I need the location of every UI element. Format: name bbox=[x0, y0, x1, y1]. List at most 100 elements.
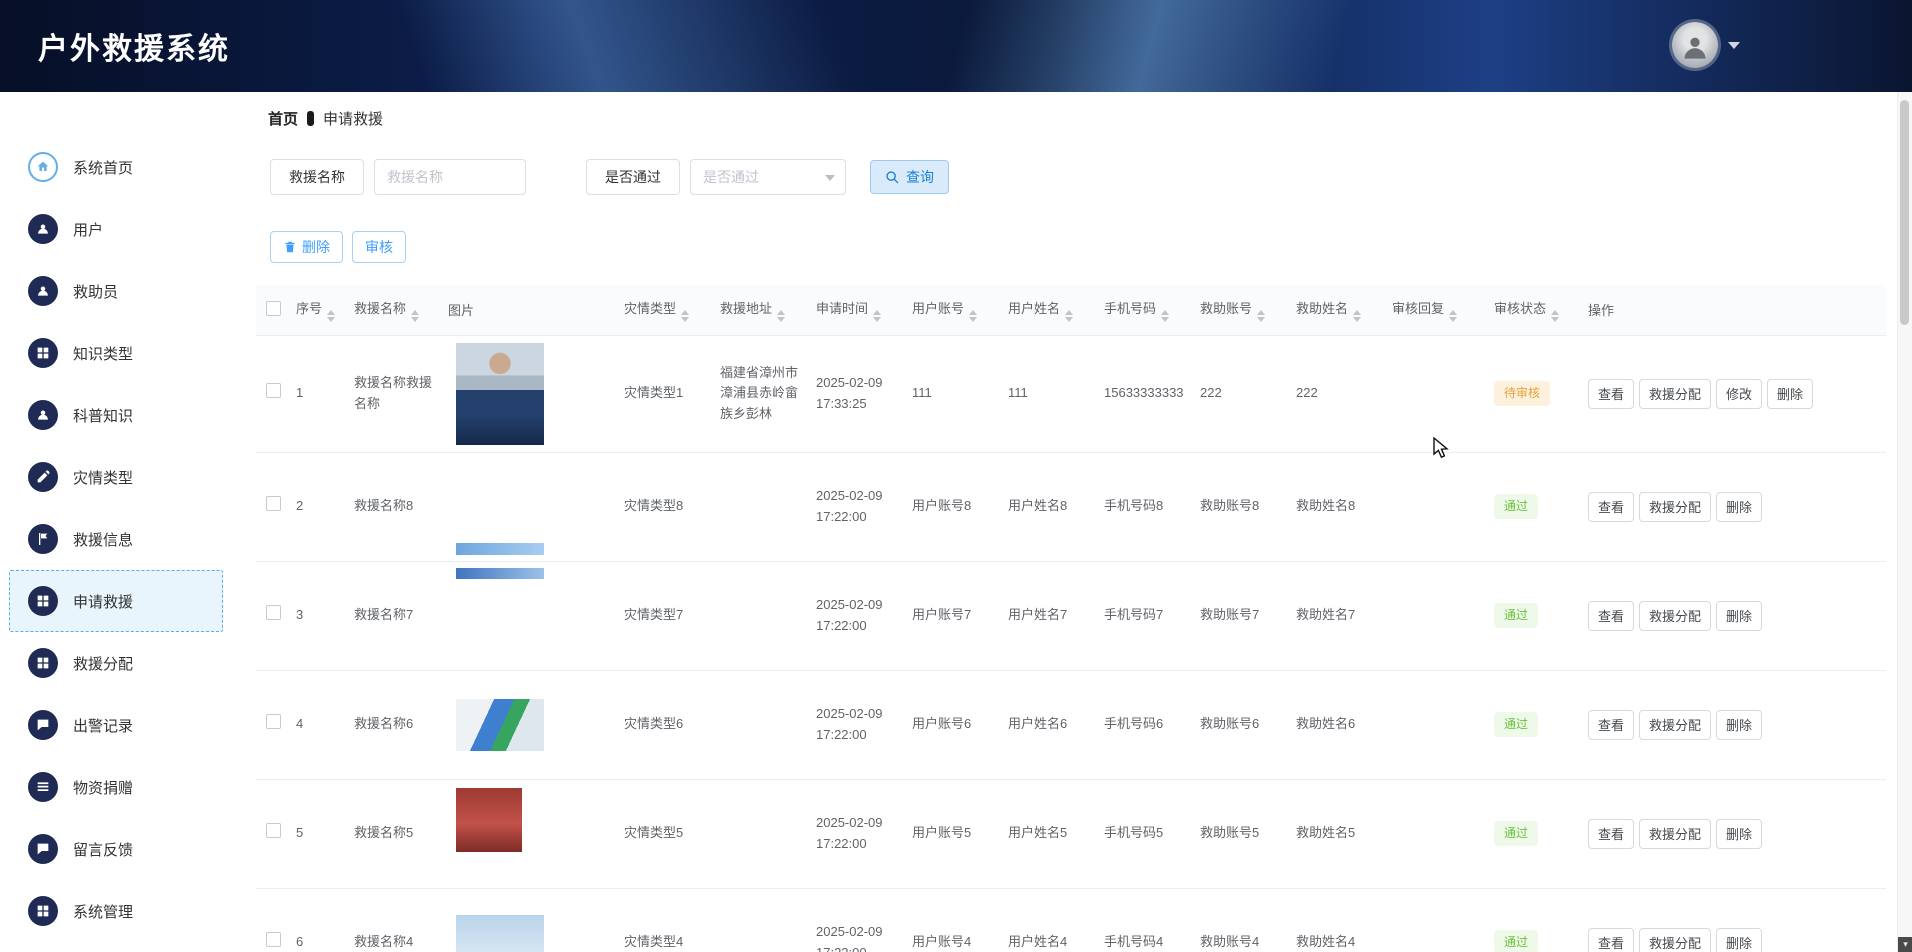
chevron-down-icon[interactable] bbox=[1728, 42, 1740, 49]
cell-apply-time: 2025-02-09 17:22:00 bbox=[810, 561, 906, 670]
column-header[interactable]: 救助账号 bbox=[1194, 285, 1290, 335]
row-action-assign[interactable]: 救援分配 bbox=[1639, 928, 1711, 952]
row-action-view[interactable]: 查看 bbox=[1588, 379, 1634, 409]
rescue-name-input[interactable] bbox=[374, 159, 526, 195]
sidebar-item-apply-rescue[interactable]: 申请救援 bbox=[9, 570, 223, 632]
cell-user-account: 用户账号5 bbox=[906, 779, 1002, 888]
sidebar-item-knowledge-type[interactable]: 知识类型 bbox=[9, 322, 223, 384]
column-header[interactable]: 手机号码 bbox=[1098, 285, 1194, 335]
row-action-delete[interactable]: 删除 bbox=[1716, 819, 1762, 849]
delete-button[interactable]: 删除 bbox=[270, 231, 343, 263]
row-action-delete[interactable]: 删除 bbox=[1716, 928, 1762, 952]
row-checkbox[interactable] bbox=[266, 932, 281, 947]
row-action-view[interactable]: 查看 bbox=[1588, 928, 1634, 952]
grid-icon bbox=[28, 896, 58, 926]
sidebar-item-system-manage[interactable]: 系统管理 bbox=[9, 880, 223, 942]
sidebar-item-material-donation[interactable]: 物资捐赠 bbox=[9, 756, 223, 818]
sidebar-item-disaster-type[interactable]: 灾情类型 bbox=[9, 446, 223, 508]
cell-user-name: 用户姓名6 bbox=[1002, 670, 1098, 779]
cell-rescuer-account: 救助账号5 bbox=[1194, 779, 1290, 888]
column-header[interactable]: 灾情类型 bbox=[618, 285, 714, 335]
row-checkbox[interactable] bbox=[266, 383, 281, 398]
sidebar-item-label: 申请救援 bbox=[73, 591, 133, 612]
row-action-delete[interactable]: 删除 bbox=[1767, 379, 1813, 409]
cell-user-account: 111 bbox=[906, 335, 1002, 452]
table-row: 6 救援名称4 灾情类型4 2025-02-09 17:22:00 用户账号4 … bbox=[256, 888, 1886, 952]
column-header[interactable]: 救援地址 bbox=[714, 285, 810, 335]
row-action-assign[interactable]: 救援分配 bbox=[1639, 492, 1711, 522]
row-action-delete[interactable]: 删除 bbox=[1716, 601, 1762, 631]
sidebar-item-rescue-info[interactable]: 救援信息 bbox=[9, 508, 223, 570]
row-action-view[interactable]: 查看 bbox=[1588, 492, 1634, 522]
cell-apply-time: 2025-02-09 17:22:00 bbox=[810, 670, 906, 779]
sort-icon bbox=[681, 310, 689, 322]
select-all-checkbox[interactable] bbox=[266, 301, 281, 316]
cell-disaster-type: 灾情类型8 bbox=[618, 452, 714, 561]
sidebar-item-science-knowledge[interactable]: 科普知识 bbox=[9, 384, 223, 446]
avatar[interactable] bbox=[1672, 22, 1718, 68]
cell-address: 福建省漳州市漳浦县赤岭畲族乡彭林 bbox=[714, 335, 810, 452]
table-row: 2 救援名称8 灾情类型8 2025-02-09 17:22:00 用户账号8 … bbox=[256, 452, 1886, 561]
status-badge: 通过 bbox=[1494, 930, 1538, 952]
column-header[interactable]: 序号 bbox=[290, 285, 348, 335]
sidebar-item-rescue-assign[interactable]: 救援分配 bbox=[9, 632, 223, 694]
column-header[interactable]: 救助姓名 bbox=[1290, 285, 1386, 335]
column-header[interactable]: 用户账号 bbox=[906, 285, 1002, 335]
person-icon bbox=[1681, 31, 1709, 63]
scrollbar-down-arrow[interactable]: ▾ bbox=[1898, 937, 1912, 952]
user-menu[interactable] bbox=[1672, 22, 1740, 68]
column-header[interactable]: 申请时间 bbox=[810, 285, 906, 335]
sort-icon bbox=[1065, 310, 1073, 322]
row-action-view[interactable]: 查看 bbox=[1588, 710, 1634, 740]
column-header[interactable]: 审核状态 bbox=[1488, 285, 1582, 335]
sidebar-item-label: 救助员 bbox=[73, 281, 118, 302]
pass-status-select-input[interactable] bbox=[690, 159, 846, 195]
grid-icon bbox=[28, 648, 58, 678]
row-checkbox[interactable] bbox=[266, 605, 281, 620]
column-header[interactable]: 救援名称 bbox=[348, 285, 442, 335]
column-header[interactable]: 审核回复 bbox=[1386, 285, 1488, 335]
app-header: 户外救援系统 bbox=[0, 0, 1912, 92]
row-checkbox[interactable] bbox=[266, 496, 281, 511]
row-action-assign[interactable]: 救援分配 bbox=[1639, 819, 1711, 849]
pass-status-select[interactable] bbox=[690, 159, 846, 195]
row-action-assign[interactable]: 救援分配 bbox=[1639, 379, 1711, 409]
cell-rescuer-account: 救助账号7 bbox=[1194, 561, 1290, 670]
row-action-view[interactable]: 查看 bbox=[1588, 601, 1634, 631]
cell-rescuer-account: 救助账号6 bbox=[1194, 670, 1290, 779]
cell-phone: 手机号码8 bbox=[1098, 452, 1194, 561]
search-bar: 救援名称 是否通过 查询 bbox=[270, 159, 1886, 195]
sidebar-item-label: 物资捐赠 bbox=[73, 777, 133, 798]
row-action-assign[interactable]: 救援分配 bbox=[1639, 710, 1711, 740]
breadcrumb-home[interactable]: 首页 bbox=[268, 108, 298, 129]
vertical-scrollbar[interactable]: ▾ bbox=[1897, 92, 1912, 952]
cell-apply-time: 2025-02-09 17:33:25 bbox=[810, 335, 906, 452]
cell-index: 4 bbox=[290, 670, 348, 779]
sidebar-item-feedback[interactable]: 留言反馈 bbox=[9, 818, 223, 880]
status-badge: 通过 bbox=[1494, 712, 1538, 737]
row-action-delete[interactable]: 删除 bbox=[1716, 710, 1762, 740]
sidebar-item-rescuers[interactable]: 救助员 bbox=[9, 260, 223, 322]
sidebar-item-users[interactable]: 用户 bbox=[9, 198, 223, 260]
flag-icon bbox=[28, 524, 58, 554]
sidebar-item-label: 用户 bbox=[73, 219, 103, 240]
pass-status-label: 是否通过 bbox=[586, 159, 680, 195]
action-buttons: 查看救援分配修改删除 bbox=[1588, 379, 1880, 409]
row-image bbox=[456, 915, 544, 952]
row-action-delete[interactable]: 删除 bbox=[1716, 492, 1762, 522]
cell-rescuer-name: 救助姓名4 bbox=[1290, 888, 1386, 952]
cell-apply-time: 2025-02-09 17:22:00 bbox=[810, 779, 906, 888]
row-action-edit[interactable]: 修改 bbox=[1716, 379, 1762, 409]
sidebar-item-dispatch-records[interactable]: 出警记录 bbox=[9, 694, 223, 756]
sidebar-item-home[interactable]: 系统首页 bbox=[9, 136, 223, 198]
audit-button[interactable]: 审核 bbox=[352, 231, 406, 263]
cell-rescue-name: 救援名称救援名称 bbox=[348, 335, 442, 452]
scrollbar-thumb[interactable] bbox=[1900, 100, 1909, 325]
row-checkbox[interactable] bbox=[266, 714, 281, 729]
column-header[interactable]: 用户姓名 bbox=[1002, 285, 1098, 335]
row-action-view[interactable]: 查看 bbox=[1588, 819, 1634, 849]
row-action-assign[interactable]: 救援分配 bbox=[1639, 601, 1711, 631]
row-checkbox[interactable] bbox=[266, 823, 281, 838]
sort-icon bbox=[1257, 310, 1265, 322]
query-button[interactable]: 查询 bbox=[870, 160, 949, 194]
